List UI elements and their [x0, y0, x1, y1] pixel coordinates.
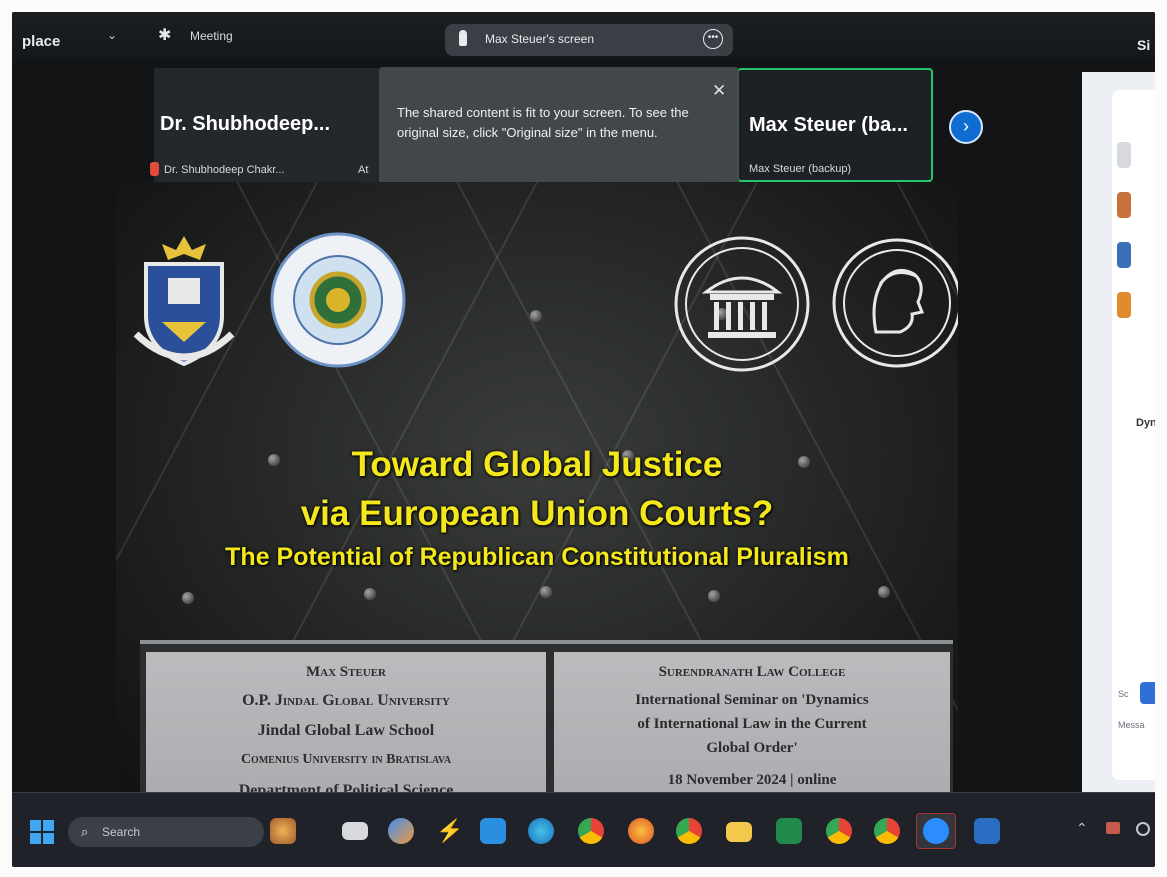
word-icon[interactable]: [974, 818, 1000, 844]
event-date: 18 November 2024 | online: [667, 772, 837, 788]
speaker-department: Department of Political Science: [238, 782, 454, 792]
event-info-box: Surendranath Law College International S…: [554, 652, 950, 792]
chevron-right-icon: ›: [963, 116, 969, 136]
event-seminar-line-2: of International Law in the Current: [637, 716, 867, 732]
fit-to-screen-notification: The shared content is fit to your screen…: [379, 67, 739, 185]
meeting-icon[interactable]: ✱: [158, 25, 171, 45]
participant-label: Max Steuer (backup): [749, 163, 852, 175]
zoom-top-bar: place ⌄ ✱ Meeting Si Max Steuer's screen…: [12, 12, 1155, 58]
speaker-info-box: Max Steuer O.P. Jindal Global University…: [146, 652, 546, 792]
tray-app-icon[interactable]: [1106, 822, 1120, 834]
notification-text: The shared content is fit to your screen…: [397, 105, 689, 140]
send-button[interactable]: [1140, 682, 1155, 704]
firefox-icon[interactable]: [628, 818, 654, 844]
stud: [878, 586, 890, 598]
taskbar-search[interactable]: ⌕ Search: [68, 817, 264, 847]
windows-taskbar: ⌕ Search ⚡ ⌃: [12, 792, 1155, 867]
chrome-icon[interactable]: [874, 818, 900, 844]
chevron-up-icon[interactable]: ⌃: [1076, 820, 1088, 837]
law-school-seal-logo: [270, 232, 406, 368]
topbar-right-label: Si: [1137, 37, 1151, 53]
participant-tile-1[interactable]: Dr. Shubhodeep... Dr. Shubhodeep Chakr..…: [150, 68, 392, 182]
panel-text-fragment: Messa: [1118, 720, 1145, 730]
helmeted-head-logo: [832, 238, 958, 368]
power-automate-icon[interactable]: ⚡: [436, 818, 463, 844]
stud: [364, 588, 376, 600]
store-icon[interactable]: [480, 818, 506, 844]
event-seminar-line-3: Global Order': [706, 740, 798, 756]
stud: [540, 586, 552, 598]
event-host: Surendranath Law College: [658, 664, 846, 680]
slide-info-band: Max Steuer O.P. Jindal Global University…: [140, 640, 953, 792]
participant-tile-active-speaker[interactable]: Max Steuer (ba... Max Steuer (backup): [737, 68, 933, 182]
meeting-tab[interactable]: Meeting: [190, 29, 233, 43]
slide-subtitle: The Potential of Republican Constitution…: [225, 543, 849, 571]
taskbar-border: [12, 792, 1155, 793]
workplace-label: place: [22, 33, 61, 50]
participant-name: Dr. Shubhodeep...: [160, 113, 331, 135]
speaker-affiliation-2: Comenius University in Bratislava: [240, 752, 452, 767]
tray-status-icon[interactable]: [1136, 822, 1150, 836]
chrome-icon[interactable]: [578, 818, 604, 844]
shared-slide: Toward Global Justice via European Union…: [116, 182, 958, 792]
windows-start-icon[interactable]: [30, 820, 54, 844]
chevron-down-icon[interactable]: ⌄: [107, 28, 117, 42]
zoom-taskbar-button[interactable]: [916, 813, 956, 849]
search-icon: ⌕: [81, 824, 89, 839]
panel-text-fragment: Sc: [1118, 689, 1129, 699]
stud: [530, 310, 542, 322]
slide-title-line-2: via European Union Courts?: [300, 494, 774, 533]
participant-name: Max Steuer (ba...: [749, 114, 908, 136]
excel-icon[interactable]: [776, 818, 802, 844]
close-icon[interactable]: ✕: [712, 81, 726, 101]
file-explorer-icon[interactable]: [342, 822, 368, 840]
folder-icon[interactable]: [726, 822, 752, 842]
speaker-school: Jindal Global Law School: [257, 722, 435, 739]
panel-chip[interactable]: [1117, 242, 1131, 268]
stud: [182, 592, 194, 604]
speaker-name: Max Steuer: [305, 664, 387, 680]
panel-chip[interactable]: [1117, 192, 1131, 218]
search-placeholder: Search: [102, 825, 141, 839]
stud: [708, 590, 720, 602]
muted-mic-icon: [150, 162, 159, 176]
chrome-icon[interactable]: [826, 818, 852, 844]
court-building-logo: [674, 236, 810, 372]
zoom-icon: [923, 818, 949, 844]
widgets-icon[interactable]: [270, 818, 296, 844]
participant-label-extra: At: [358, 164, 369, 176]
screen-share-indicator[interactable]: Max Steuer's screen •••: [445, 24, 733, 56]
more-options-icon[interactable]: •••: [703, 29, 723, 49]
panel-text-fragment: Dyn: [1136, 417, 1155, 429]
chrome-icon[interactable]: [676, 818, 702, 844]
panel-chip[interactable]: [1117, 142, 1131, 168]
university-crest-logo: [133, 236, 235, 367]
copilot-icon[interactable]: [388, 818, 414, 844]
screen-share-label: Max Steuer's screen: [485, 32, 595, 46]
person-icon: [459, 30, 467, 46]
zoom-window: place ⌄ ✱ Meeting Si Max Steuer's screen…: [12, 12, 1155, 867]
panel-chip[interactable]: [1117, 292, 1131, 318]
edge-icon[interactable]: [528, 818, 554, 844]
next-participants-button[interactable]: ›: [949, 110, 983, 144]
speaker-affiliation-1: O.P. Jindal Global University: [242, 692, 450, 709]
event-seminar-line-1: International Seminar on 'Dynamics: [635, 692, 869, 708]
participant-label: Dr. Shubhodeep Chakr...: [164, 164, 285, 176]
side-panel: Dyn Sc Messa: [1082, 72, 1155, 792]
slide-title-line-1: Toward Global Justice: [351, 445, 723, 484]
